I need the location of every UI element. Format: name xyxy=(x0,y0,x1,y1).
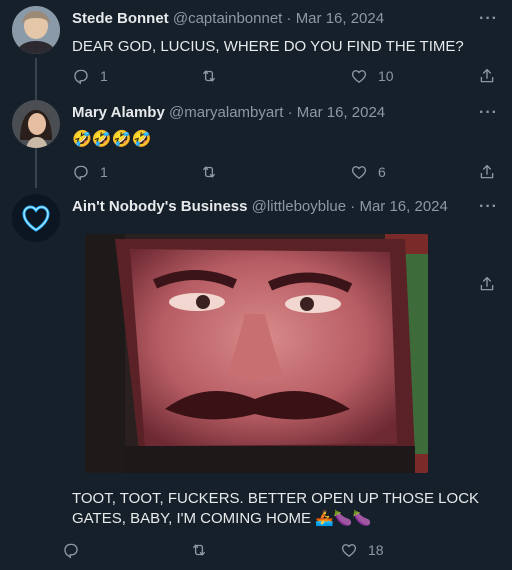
like-count: 18 xyxy=(368,542,384,558)
tweet-text: TOOT, TOOT, FUCKERS. BETTER OPEN UP THOS… xyxy=(72,489,479,529)
author-name[interactable]: Stede Bonnet xyxy=(72,10,169,27)
like-count: 6 xyxy=(378,164,386,180)
separator: · xyxy=(350,198,356,215)
author-name[interactable]: Ain't Nobody's Business xyxy=(72,198,248,215)
reply-button[interactable]: 1 xyxy=(72,162,108,182)
share-icon xyxy=(478,163,496,181)
separator: · xyxy=(286,10,292,27)
share-icon xyxy=(478,275,496,293)
tweet-actions: 1 10 xyxy=(72,66,500,86)
like-icon xyxy=(350,67,368,85)
timestamp[interactable]: Mar 16, 2024 xyxy=(297,104,385,121)
tweet-text-line-1: TOOT, TOOT, FUCKERS. BETTER OPEN UP THOS… xyxy=(72,490,480,507)
separator: · xyxy=(287,104,293,121)
reply-icon xyxy=(72,163,90,181)
retweet-icon xyxy=(190,541,208,559)
avatar[interactable] xyxy=(12,194,60,242)
reply-button[interactable] xyxy=(62,540,80,560)
like-button[interactable]: 18 xyxy=(340,540,384,560)
tweet-text-line-2: GATES, BABY, I'M COMING HOME 🚣🍆🍆 xyxy=(72,510,372,527)
retweet-button[interactable] xyxy=(190,540,208,560)
reply-icon xyxy=(72,67,90,85)
share-icon xyxy=(478,67,496,85)
like-icon xyxy=(340,541,358,559)
reply-count: 1 xyxy=(100,164,108,180)
avatar[interactable] xyxy=(12,6,60,54)
author-handle[interactable]: @littleboyblue xyxy=(252,198,346,215)
retweet-button[interactable] xyxy=(200,66,218,86)
like-icon xyxy=(350,163,368,181)
share-button[interactable] xyxy=(478,274,496,294)
tweet-actions: 1 6 xyxy=(72,162,500,182)
tweet-text: 🤣🤣🤣🤣 xyxy=(72,131,152,148)
more-icon[interactable]: ··· xyxy=(479,199,498,215)
tweet-actions: 18 xyxy=(72,540,500,560)
timestamp[interactable]: Mar 16, 2024 xyxy=(359,198,447,215)
more-icon[interactable]: ··· xyxy=(479,11,498,27)
like-button[interactable]: 10 xyxy=(350,66,394,86)
share-button[interactable] xyxy=(478,66,496,86)
author-handle[interactable]: @maryalambyart xyxy=(169,104,283,121)
timestamp[interactable]: Mar 16, 2024 xyxy=(296,10,384,27)
retweet-button[interactable] xyxy=(200,162,218,182)
more-icon[interactable]: ··· xyxy=(479,105,498,121)
reply-icon xyxy=(62,541,80,559)
tweet-text: DEAR GOD, LUCIUS, WHERE DO YOU FIND THE … xyxy=(72,38,464,55)
reply-count: 1 xyxy=(100,68,108,84)
reply-button[interactable]: 1 xyxy=(72,66,108,86)
like-button[interactable]: 6 xyxy=(350,162,386,182)
author-handle[interactable]: @captainbonnet xyxy=(173,10,282,27)
author-name[interactable]: Mary Alamby xyxy=(72,104,165,121)
retweet-icon xyxy=(200,163,218,181)
like-count: 10 xyxy=(378,68,394,84)
avatar[interactable] xyxy=(12,100,60,148)
retweet-icon xyxy=(200,67,218,85)
tweet-image[interactable] xyxy=(85,234,428,473)
share-button[interactable] xyxy=(478,162,496,182)
